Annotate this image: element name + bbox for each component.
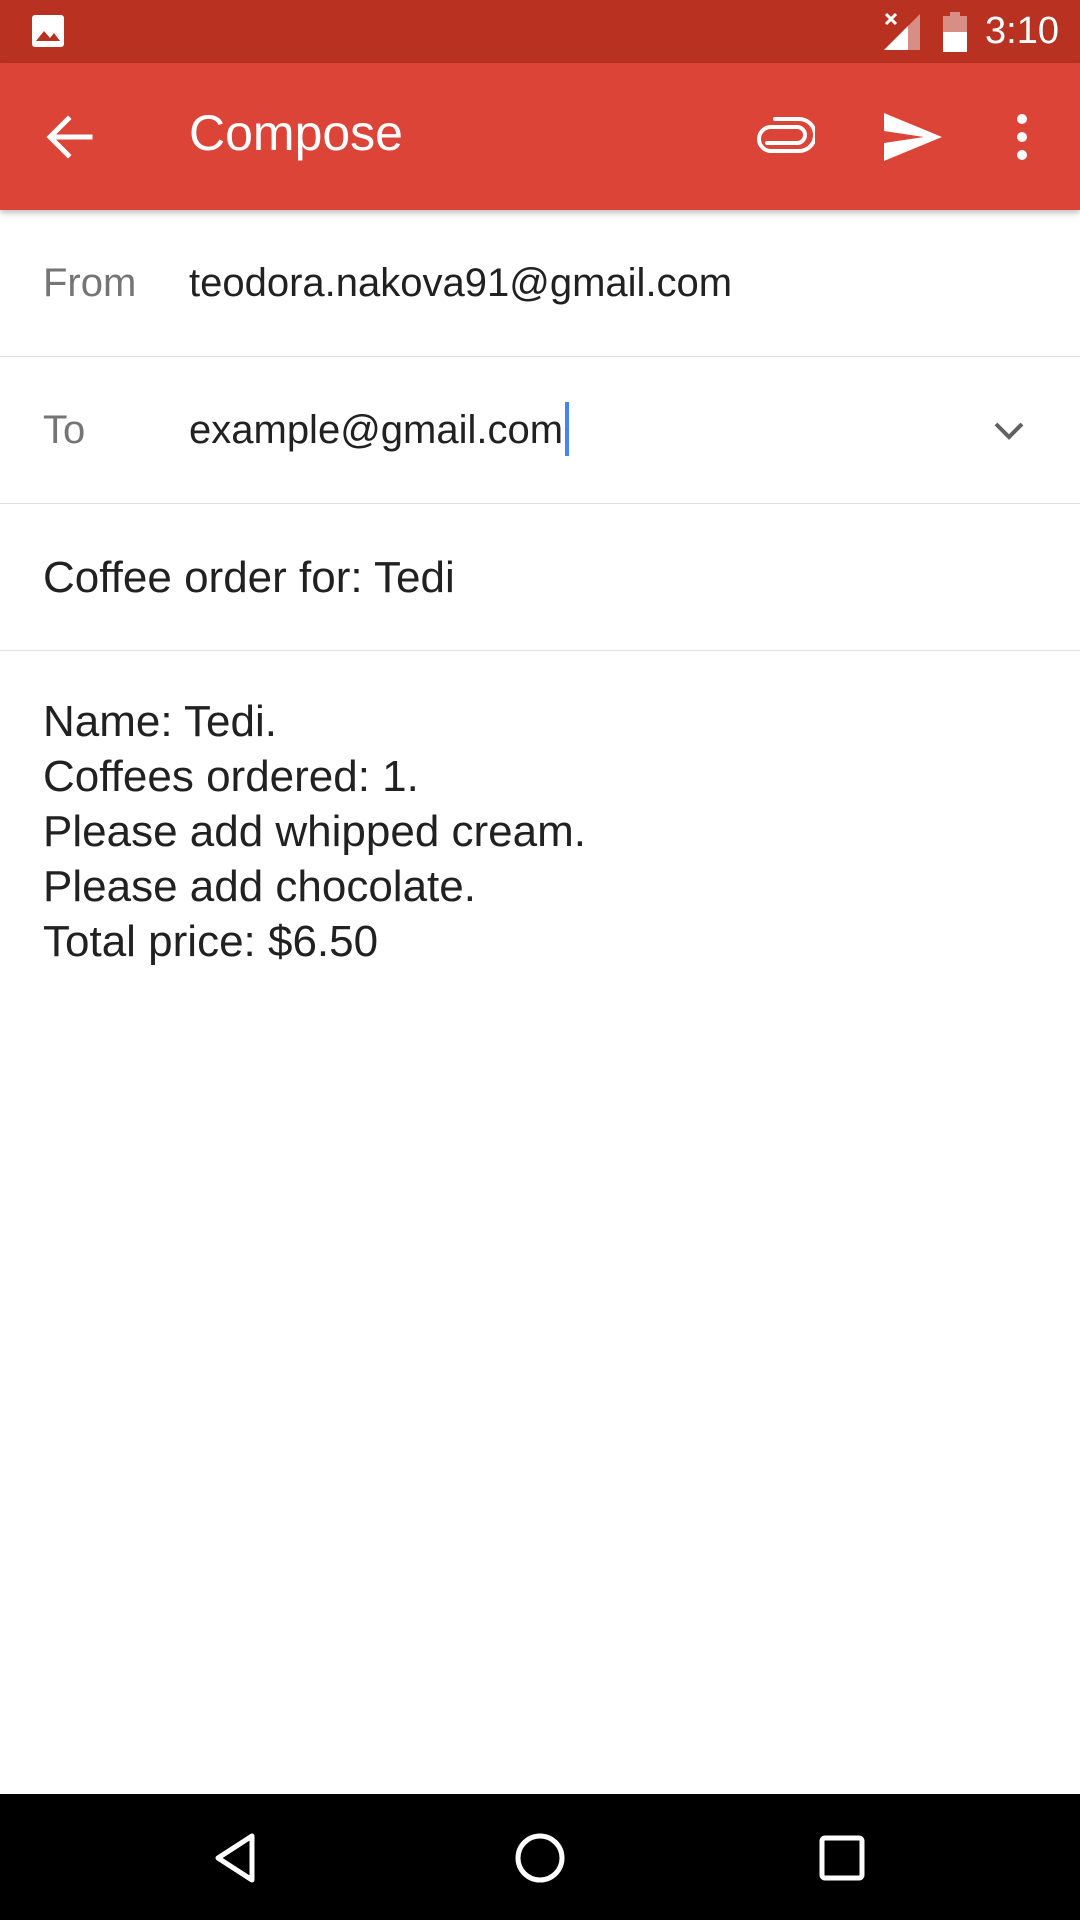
from-label: From (43, 261, 137, 305)
navigation-bar (0, 1794, 1080, 1920)
back-arrow-icon[interactable] (40, 109, 100, 165)
compose-screen: 3:10 Compose From teodora.nakova91@gmail… (0, 0, 1080, 1920)
from-field[interactable]: teodora.nakova91@gmail.com (189, 210, 732, 357)
text-cursor (565, 402, 570, 457)
body-field[interactable]: Name: Tedi. Coffees ordered: 1. Please a… (43, 694, 1043, 969)
subject-field[interactable]: Coffee order for: Tedi (43, 504, 455, 651)
nav-recents-icon[interactable] (810, 1826, 874, 1890)
status-bar: 3:10 (0, 0, 1080, 63)
body-line: Coffees ordered: 1. (43, 752, 419, 801)
body-line: Name: Tedi. (43, 697, 277, 746)
battery-icon (943, 12, 967, 52)
body-line: Total price: $6.50 (43, 917, 379, 966)
from-row: From teodora.nakova91@gmail.com (0, 210, 1080, 357)
subject-row: Coffee order for: Tedi (0, 504, 1080, 651)
send-icon[interactable] (880, 107, 946, 167)
body-line: Please add whipped cream. (43, 807, 586, 856)
app-bar: Compose (0, 63, 1080, 210)
to-field-text: example@gmail.com (189, 408, 564, 452)
to-field[interactable]: example@gmail.com (189, 357, 570, 504)
body-line: Please add chocolate. (43, 862, 476, 911)
paperclip-icon[interactable] (753, 107, 815, 167)
to-row: To example@gmail.com (0, 357, 1080, 504)
gallery-icon (32, 15, 64, 47)
page-title: Compose (189, 105, 403, 161)
signal-off-icon (884, 12, 920, 50)
nav-home-icon[interactable] (508, 1826, 572, 1890)
more-vert-icon[interactable] (1004, 107, 1040, 167)
to-label: To (43, 408, 86, 452)
status-clock: 3:10 (985, 10, 1059, 52)
chevron-down-icon[interactable] (984, 405, 1034, 455)
nav-back-icon[interactable] (206, 1826, 270, 1890)
